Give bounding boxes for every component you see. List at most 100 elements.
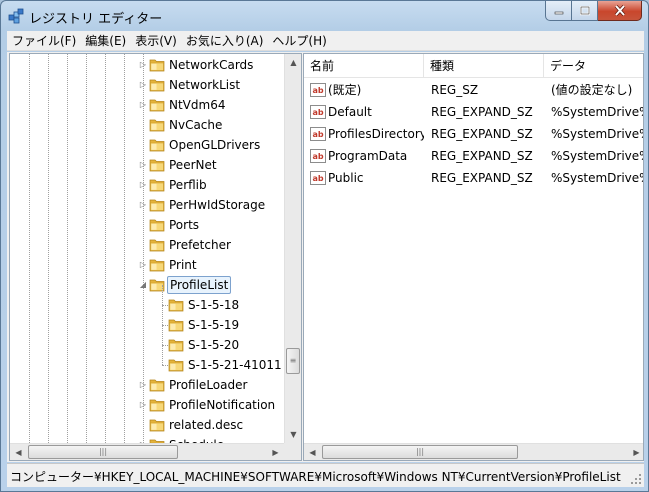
scroll-right-arrow-icon[interactable]: ▶ — [267, 444, 284, 460]
tree-node[interactable]: ▷ ProfileLoader — [10, 375, 284, 395]
tree-node[interactable]: ◢ ProfileList — [10, 275, 284, 295]
tree-node[interactable]: OpenGLDrivers — [10, 135, 284, 155]
value-row[interactable]: ab ProfilesDirectory REG_EXPAND_SZ %SystemD… — [304, 123, 643, 145]
folder-icon — [149, 99, 165, 112]
folder-icon — [149, 119, 165, 132]
value-name: Default — [328, 105, 372, 119]
tree-node[interactable]: related.desc — [10, 415, 284, 435]
tree-node-label[interactable]: Prefetcher — [167, 237, 233, 253]
folder-icon — [149, 219, 165, 232]
scroll-up-arrow-icon[interactable]: ▲ — [285, 54, 301, 71]
tree-node[interactable]: Prefetcher — [10, 235, 284, 255]
tree-node-label[interactable]: Print — [167, 257, 199, 273]
expand-arrow-icon[interactable]: ▷ — [139, 161, 147, 169]
folder-icon — [168, 319, 184, 332]
tree-node-label[interactable]: PerHwIdStorage — [167, 197, 267, 213]
scroll-left-arrow-icon[interactable]: ◀ — [10, 444, 27, 460]
value-type: REG_EXPAND_SZ — [431, 149, 533, 163]
grip-icon: ||| — [98, 447, 108, 456]
collapse-arrow-icon[interactable]: ◢ — [139, 281, 147, 289]
folder-icon — [168, 299, 184, 312]
menu-favorites[interactable]: お気に入り(A) — [181, 31, 268, 51]
tree-hscroll-thumb[interactable]: ||| — [28, 445, 178, 459]
tree-node-label[interactable]: NetworkList — [167, 77, 242, 93]
value-row[interactable]: ab (既定) REG_SZ (値の設定なし) — [304, 79, 643, 101]
tree-node[interactable]: ▷ NtVdm64 — [10, 95, 284, 115]
tree-guide-line — [162, 325, 163, 345]
menu-help[interactable]: ヘルプ(H) — [267, 31, 330, 51]
expand-arrow-icon[interactable]: ▷ — [139, 381, 147, 389]
tree-node-label[interactable]: related.desc — [167, 417, 245, 433]
value-row[interactable]: ab Default REG_EXPAND_SZ %SystemDrive% — [304, 101, 643, 123]
maximize-button[interactable] — [572, 1, 598, 21]
folder-icon — [149, 419, 165, 432]
column-header-name[interactable]: 名前 — [304, 54, 424, 78]
expand-arrow-icon[interactable]: ▷ — [139, 201, 147, 209]
size-grip-icon[interactable] — [630, 473, 642, 485]
tree-node-label[interactable]: S-1-5-21-41011 — [186, 357, 284, 373]
tree-node-label[interactable]: Perflib — [167, 177, 209, 193]
tree-node[interactable]: ▷ NetworkList — [10, 75, 284, 95]
svg-text:ab: ab — [312, 152, 323, 161]
tree-node[interactable]: S-1-5-18 — [10, 285, 284, 315]
list-horizontal-scrollbar[interactable]: ◀ ||| ▶ — [304, 443, 643, 460]
tree-node[interactable]: ▷Schedule — [10, 435, 284, 443]
tree-node-label[interactable]: ProfileLoader — [167, 377, 249, 393]
tree-node-label[interactable]: S-1-5-20 — [186, 337, 241, 353]
selected-tree-node-label[interactable]: ProfileList — [167, 276, 232, 294]
expand-arrow-icon[interactable]: ▷ — [139, 81, 147, 89]
tree-node[interactable]: NvCache — [10, 115, 284, 135]
tree-node[interactable]: ▷ PeerNet — [10, 155, 284, 175]
scroll-left-arrow-icon[interactable]: ◀ — [304, 444, 321, 460]
column-header-data[interactable]: データ — [544, 54, 643, 78]
tree-node[interactable]: Ports — [10, 215, 284, 235]
tree-node-label[interactable]: NvCache — [167, 117, 224, 133]
tree-node-label[interactable]: OpenGLDrivers — [167, 137, 262, 153]
value-row[interactable]: ab ProgramData REG_EXPAND_SZ %SystemDrive% — [304, 145, 643, 167]
minimize-button[interactable] — [545, 1, 572, 21]
expand-arrow-icon[interactable]: ▷ — [139, 181, 147, 189]
menu-edit[interactable]: 編集(E) — [80, 31, 130, 51]
svg-text:ab: ab — [312, 108, 323, 117]
svg-text:ab: ab — [312, 174, 323, 183]
tree-node[interactable]: ▷ Perflib — [10, 175, 284, 195]
tree-rows: ▷ NetworkCards ▷ NetworkList ▷ NtVdm64 NvCache… — [10, 54, 284, 443]
menu-file[interactable]: ファイル(F) — [7, 31, 80, 51]
scroll-right-arrow-icon[interactable]: ▶ — [628, 444, 643, 460]
svg-text:ab: ab — [312, 130, 323, 139]
value-name: ProfilesDirectory — [328, 127, 424, 141]
tree-node[interactable]: ▷ Print — [10, 255, 284, 275]
tree-horizontal-scrollbar[interactable]: ◀ ||| ▶ — [10, 443, 284, 460]
tree-vscroll-thumb[interactable]: ≡ — [286, 348, 300, 374]
column-header-type[interactable]: 種類 — [424, 54, 544, 78]
tree-node-label[interactable]: ProfileNotification — [167, 397, 277, 413]
tree-node-label[interactable]: S-1-5-18 — [186, 297, 241, 313]
close-button[interactable] — [598, 1, 642, 21]
tree-node[interactable]: S-1-5-19 — [10, 305, 284, 335]
expand-arrow-icon[interactable]: ▷ — [139, 401, 147, 409]
expand-arrow-icon[interactable]: ▷ — [139, 101, 147, 109]
tree-node[interactable]: ▷ ProfileNotification — [10, 395, 284, 415]
window-title: レジストリ エディター — [29, 12, 163, 27]
value-row[interactable]: ab Public REG_EXPAND_SZ %SystemDrive% — [304, 167, 643, 189]
menu-view[interactable]: 表示(V) — [130, 31, 181, 51]
tree-node[interactable]: S-1-5-21-41011 — [10, 345, 284, 375]
title-bar[interactable]: レジストリ エディター — [1, 1, 648, 31]
scroll-corner — [284, 443, 301, 460]
expand-arrow-icon[interactable]: ▷ — [139, 61, 147, 69]
grip-icon: ||| — [415, 447, 425, 456]
tree-node-label[interactable]: Ports — [167, 217, 201, 233]
tree-vertical-scrollbar[interactable]: ▲ ≡ ▼ — [284, 54, 301, 443]
tree-node[interactable]: S-1-5-20 — [10, 325, 284, 355]
tree-node[interactable]: ▷ PerHwIdStorage — [10, 195, 284, 215]
tree-node-label[interactable]: NtVdm64 — [167, 97, 227, 113]
tree-node-label[interactable]: NetworkCards — [167, 57, 255, 73]
maximize-icon — [579, 5, 590, 15]
scroll-down-arrow-icon[interactable]: ▼ — [285, 426, 301, 443]
tree-node-label[interactable]: PeerNet — [167, 157, 219, 173]
tree-node-label[interactable]: S-1-5-19 — [186, 317, 241, 333]
menu-bar: ファイル(F) 編集(E) 表示(V) お気に入り(A) ヘルプ(H) — [7, 31, 644, 51]
expand-arrow-icon[interactable]: ▷ — [139, 261, 147, 269]
tree-node[interactable]: ▷ NetworkCards — [10, 55, 284, 75]
list-hscroll-thumb[interactable]: ||| — [322, 445, 518, 459]
